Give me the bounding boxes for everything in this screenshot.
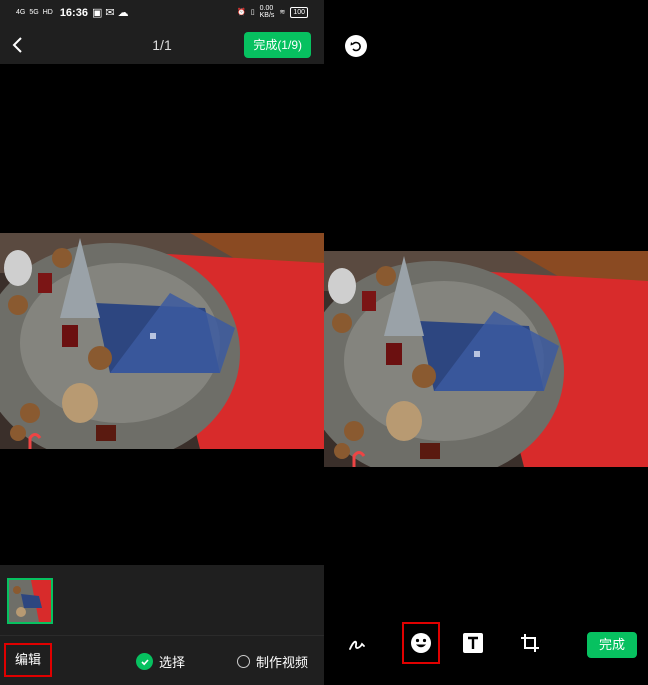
text-tool-button[interactable]	[459, 629, 487, 657]
undo-button[interactable]	[345, 35, 367, 57]
wifi-icon: ≋	[279, 9, 286, 16]
vibrate-icon: ▯	[250, 9, 255, 16]
radio-icon	[237, 655, 250, 668]
photo-preview[interactable]	[0, 233, 324, 449]
image-preview-screen: 4G 5G HD 16:36 ▣ ✉ ☁ ⏰ ▯ 0.00 KB/s ≋ 100…	[0, 0, 324, 685]
chevron-left-icon	[12, 37, 22, 53]
make-video-toggle[interactable]: 制作视频	[237, 652, 308, 671]
checkmark-icon	[136, 653, 153, 670]
bottom-toolbar: 编辑 选择 制作视频	[0, 565, 324, 685]
selected-thumbnail[interactable]	[7, 578, 53, 624]
edit-button[interactable]: 编辑	[4, 643, 52, 677]
clock: 16:36	[59, 6, 88, 19]
make-video-label: 制作视频	[256, 655, 309, 670]
photo-image	[0, 233, 324, 449]
divider	[0, 635, 324, 636]
notification-icons: ▣ ✉ ☁	[91, 7, 129, 19]
header-bar: 1/1 完成(1/9)	[0, 26, 324, 64]
emoji-icon	[411, 633, 431, 653]
alarm-icon: ⏰	[237, 9, 246, 16]
network-4g-indicator: 4G	[16, 9, 26, 16]
editing-photo-image	[324, 251, 648, 467]
network-speed: 0.00 KB/s	[259, 5, 275, 19]
emoji-tool-button[interactable]	[402, 622, 440, 664]
image-editor-screen: 完成	[324, 0, 648, 685]
crop-icon	[521, 634, 539, 652]
draw-tool-button[interactable]	[344, 629, 372, 657]
back-button[interactable]	[8, 34, 28, 56]
battery-indicator: 100	[290, 6, 308, 18]
editing-photo[interactable]	[324, 251, 648, 467]
status-bar: 4G 5G HD 16:36 ▣ ✉ ☁ ⏰ ▯ 0.00 KB/s ≋ 100	[0, 0, 324, 26]
editor-done-button[interactable]: 完成	[587, 632, 637, 658]
text-icon	[463, 633, 483, 653]
draw-icon	[349, 640, 365, 650]
undo-icon	[350, 41, 361, 52]
select-toggle[interactable]: 选择	[136, 652, 185, 671]
crop-tool-button[interactable]	[516, 629, 544, 657]
select-label: 选择	[159, 655, 186, 670]
thumbnail-image	[9, 580, 51, 622]
network-5g-indicator: 5G	[29, 9, 39, 16]
hd-indicator: HD	[42, 9, 53, 16]
done-send-button[interactable]: 完成(1/9)	[244, 32, 311, 58]
